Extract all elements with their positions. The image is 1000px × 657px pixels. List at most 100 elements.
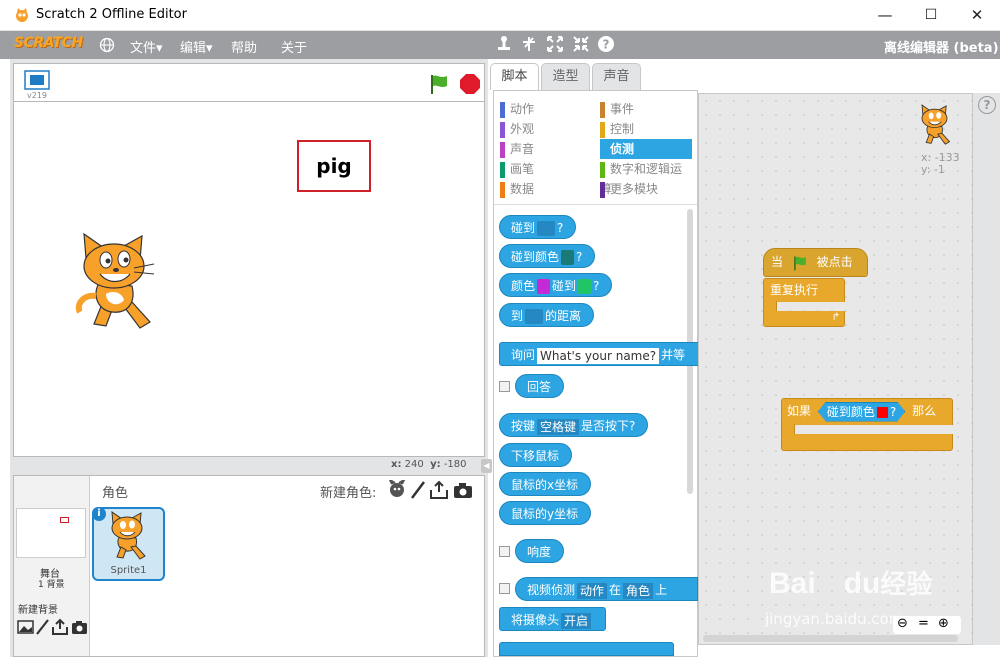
script-area[interactable]: x: -133 y: -1 当 被点击 重复执行 ↱ 如果 碰到颜色? 那么 B… bbox=[698, 93, 973, 645]
backdrop-camera-icon[interactable] bbox=[72, 621, 87, 634]
minimize-button[interactable]: — bbox=[862, 0, 908, 31]
category-sound[interactable]: 声音 bbox=[500, 139, 534, 159]
collapse-arrow-icon[interactable]: ◀ bbox=[481, 459, 492, 473]
sprite-tile[interactable]: i Sprite1 bbox=[92, 507, 165, 581]
help-question-icon[interactable]: ? bbox=[978, 96, 996, 114]
sprite-paint-icon[interactable] bbox=[411, 481, 425, 499]
shrink-icon[interactable] bbox=[572, 35, 590, 53]
sprite-camera-icon[interactable] bbox=[454, 483, 472, 498]
tab-sounds[interactable]: 声音 bbox=[592, 63, 641, 90]
grow-icon[interactable] bbox=[546, 35, 564, 53]
zoom-reset-icon[interactable]: = bbox=[918, 616, 929, 631]
block-forever[interactable]: 重复执行 bbox=[763, 278, 845, 302]
block-set-video-transparency[interactable] bbox=[499, 642, 674, 656]
video-checkbox[interactable] bbox=[499, 583, 510, 594]
svg-text:?: ? bbox=[603, 38, 610, 52]
category-events[interactable]: 事件 bbox=[600, 99, 692, 119]
app-icon bbox=[16, 8, 28, 22]
block-mouse-y[interactable]: 鼠标的y坐标 bbox=[499, 501, 592, 525]
block-ask-and-wait[interactable]: 询问 What's your name? 并等 bbox=[499, 342, 699, 366]
category-list-right: 事件 控制 侦测 数字和逻辑运算 更多模块 bbox=[600, 99, 692, 199]
if-condition-touching-color[interactable]: 碰到颜色? bbox=[818, 402, 905, 422]
mouse-x-label: x: bbox=[391, 459, 402, 470]
window-title: Scratch 2 Offline Editor bbox=[36, 7, 187, 22]
category-data[interactable]: 数据 bbox=[500, 179, 534, 199]
block-touching[interactable]: 碰到? bbox=[499, 215, 577, 239]
version-label: v219 bbox=[27, 91, 48, 100]
zoom-controls: ⊖ = ⊕ bbox=[893, 616, 961, 634]
new-sprite-tools bbox=[388, 480, 472, 499]
stage-text-box: pig bbox=[297, 140, 371, 192]
scratch-cat-sprite[interactable] bbox=[72, 232, 168, 332]
backdrop-library-icon[interactable] bbox=[17, 620, 34, 634]
zoom-out-icon[interactable]: ⊖ bbox=[897, 616, 908, 631]
window-titlebar: Scratch 2 Offline Editor — ☐ ✕ bbox=[0, 0, 1000, 31]
current-sprite-cat-icon bbox=[921, 104, 951, 145]
mouse-y-label: y: bbox=[430, 459, 441, 470]
backdrop-upload-icon[interactable] bbox=[52, 618, 68, 635]
block-turn-video[interactable]: 将摄像头 开启 bbox=[499, 607, 607, 631]
watermark-url: jingyan.baidu.com bbox=[765, 610, 904, 628]
maximize-button[interactable]: ☐ bbox=[908, 0, 954, 31]
block-distance-to[interactable]: 到的距离 bbox=[499, 303, 595, 327]
sprite-thumb-cat-icon bbox=[111, 511, 146, 560]
scratch-logo[interactable]: SCRATCH bbox=[14, 35, 83, 51]
category-pen[interactable]: 画笔 bbox=[500, 159, 534, 179]
block-help-icon[interactable]: ? bbox=[597, 35, 615, 53]
cut-scissors-icon[interactable] bbox=[520, 35, 538, 53]
category-sensing[interactable]: 侦测 bbox=[600, 139, 692, 159]
presentation-mode-icon[interactable] bbox=[24, 70, 50, 90]
menu-help[interactable]: 帮助 bbox=[231, 37, 257, 56]
duplicate-stamp-icon[interactable] bbox=[495, 35, 513, 53]
new-sprite-label: 新建角色: bbox=[320, 486, 377, 501]
category-more-blocks[interactable]: 更多模块 bbox=[600, 179, 692, 199]
tab-costumes[interactable]: 造型 bbox=[541, 63, 590, 90]
category-operators[interactable]: 数字和逻辑运算 bbox=[600, 159, 692, 196]
help-sidebar: ? bbox=[973, 93, 1000, 645]
mouse-y-value: -180 bbox=[443, 459, 467, 470]
stage-canvas[interactable]: pig bbox=[13, 101, 485, 457]
script-area-scrollbar[interactable] bbox=[703, 635, 958, 642]
category-motion[interactable]: 动作 bbox=[500, 99, 534, 119]
category-list-left: 动作 外观 声音 画笔 数据 bbox=[500, 99, 534, 199]
language-globe-icon[interactable] bbox=[99, 37, 115, 53]
loudness-checkbox[interactable] bbox=[499, 546, 510, 557]
block-when-flag-clicked[interactable]: 当 被点击 bbox=[763, 248, 868, 277]
condition-color-swatch[interactable] bbox=[877, 407, 888, 418]
backdrop-paint-icon[interactable] bbox=[36, 619, 49, 635]
tab-scripts[interactable]: 脚本 bbox=[490, 63, 539, 90]
stage-thumbnail[interactable] bbox=[16, 508, 86, 558]
answer-checkbox[interactable] bbox=[499, 381, 510, 392]
block-mouse-down[interactable]: 下移鼠标 bbox=[499, 443, 573, 467]
sprite-name: Sprite1 bbox=[110, 565, 147, 576]
new-backdrop-label: 新建背景 bbox=[18, 605, 58, 616]
sprites-header: 角色 bbox=[102, 486, 129, 501]
green-flag-icon[interactable] bbox=[428, 73, 450, 95]
mouse-x-value: 240 bbox=[404, 459, 424, 470]
offline-editor-label: 离线编辑器 (beta) bbox=[884, 41, 999, 56]
left-edge-strip bbox=[0, 59, 10, 657]
block-answer[interactable]: 回答 bbox=[515, 374, 565, 398]
block-key-pressed[interactable]: 按键 空格键 是否按下? bbox=[499, 413, 649, 437]
mouse-coordinates: x: 240 y: -180 bbox=[391, 459, 467, 470]
category-looks[interactable]: 外观 bbox=[500, 119, 534, 139]
sprite-upload-icon[interactable] bbox=[430, 480, 448, 499]
close-button[interactable]: ✕ bbox=[954, 0, 1000, 31]
category-control[interactable]: 控制 bbox=[600, 119, 692, 139]
sprite-info-icon[interactable]: i bbox=[92, 507, 106, 521]
block-mouse-x[interactable]: 鼠标的x坐标 bbox=[499, 472, 592, 496]
sprite-pane: 舞台 1 背景 新建背景 角色 新建角色: i Sprite1 bbox=[13, 475, 485, 657]
block-if-then[interactable]: 如果 碰到颜色? 那么 bbox=[781, 398, 953, 425]
block-touching-color[interactable]: 碰到颜色? bbox=[499, 244, 596, 268]
menubar: SCRATCH 文件▾ 编辑▾ 帮助 关于 ? 离线编辑器 (beta) bbox=[0, 31, 1000, 59]
menu-file[interactable]: 文件▾ bbox=[130, 37, 163, 56]
block-video-motion[interactable]: 视频侦测 动作在角色上 bbox=[515, 577, 698, 601]
block-loudness[interactable]: 响度 bbox=[515, 539, 565, 563]
watermark-logo: Bai du经验 bbox=[769, 567, 933, 600]
block-color-touching-color[interactable]: 颜色 碰到? bbox=[499, 273, 613, 297]
stop-sign-icon[interactable] bbox=[459, 73, 481, 95]
zoom-in-icon[interactable]: ⊕ bbox=[938, 616, 949, 631]
menu-edit[interactable]: 编辑▾ bbox=[180, 37, 213, 56]
menu-about[interactable]: 关于 bbox=[281, 37, 307, 56]
sprite-library-icon[interactable] bbox=[388, 480, 406, 497]
